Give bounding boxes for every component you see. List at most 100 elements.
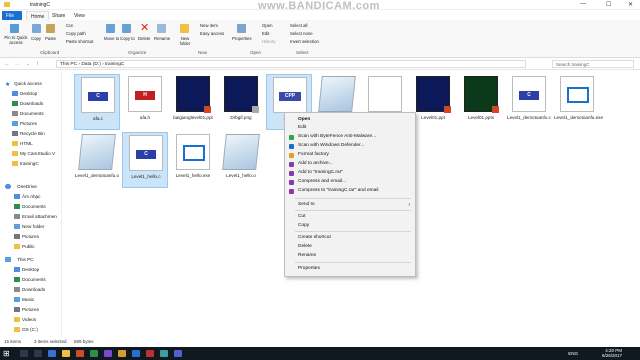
context-menu-item[interactable]: Compress and email... bbox=[298, 179, 346, 184]
app-icon-5[interactable] bbox=[132, 350, 140, 357]
context-menu-item[interactable]: Send to bbox=[298, 202, 315, 207]
properties-button[interactable]: Properties bbox=[232, 36, 252, 41]
nav-item-onedrive_items-5[interactable]: Public bbox=[22, 244, 35, 249]
context-menu-item[interactable]: Cut bbox=[298, 214, 305, 219]
file-item[interactable]: Hafa.h bbox=[122, 74, 168, 130]
file-item[interactable]: Level1_demotoanfu.o bbox=[74, 132, 120, 188]
nav-item-onedrive_items-0[interactable]: Âm nhạc bbox=[22, 194, 41, 199]
cut-button[interactable]: Cut bbox=[66, 23, 73, 28]
breadcrumb-data-drive[interactable]: Data (D:) bbox=[81, 62, 100, 67]
new-item-button[interactable]: New item bbox=[200, 23, 218, 28]
windows-start-icon[interactable]: ⊞ bbox=[3, 349, 10, 358]
file-item[interactable]: Level1_hello.exe bbox=[170, 132, 216, 188]
nav-item-items-7[interactable]: trainingC bbox=[20, 161, 39, 166]
context-menu-item[interactable]: Open bbox=[298, 117, 310, 122]
move-to-button[interactable]: Move to bbox=[104, 36, 119, 41]
file-item[interactable]: baigianglevel01.ppt bbox=[170, 74, 216, 130]
context-menu-item[interactable]: Copy bbox=[298, 223, 309, 228]
paste-button[interactable]: Paste bbox=[45, 36, 56, 41]
file-item[interactable]: Level01.pptx bbox=[458, 74, 504, 130]
app-icon-7[interactable] bbox=[160, 350, 168, 357]
context-menu-item[interactable]: Add to archive... bbox=[298, 161, 333, 166]
nav-item-onedrive_items-4[interactable]: Pictures bbox=[22, 234, 39, 239]
nav-item-items-1[interactable]: Downloads bbox=[20, 101, 43, 106]
app-icon-3[interactable] bbox=[104, 350, 112, 357]
maximize-button[interactable]: ☐ bbox=[606, 1, 611, 8]
nav-item-pc_items-6[interactable]: OS (C:) bbox=[22, 327, 38, 332]
breadcrumb-trainingc[interactable]: trainingC bbox=[105, 62, 124, 67]
pin-quick-access-button[interactable]: Pin to Quick access bbox=[3, 35, 29, 45]
tab-file[interactable]: File bbox=[2, 11, 22, 20]
context-menu-item[interactable]: Delete bbox=[298, 244, 312, 249]
app-icon-6[interactable] bbox=[146, 350, 154, 357]
minimize-button[interactable]: — bbox=[580, 1, 586, 7]
context-menu-item[interactable]: Compress to "trainingC.rar" and email bbox=[298, 188, 378, 193]
breadcrumb[interactable]: This PC › Data (D:) › trainingC bbox=[56, 60, 526, 68]
easy-access-button[interactable]: Easy access bbox=[200, 31, 224, 36]
context-menu-item[interactable]: Properties bbox=[298, 266, 320, 271]
rename-button[interactable]: Rename bbox=[154, 36, 170, 41]
new-folder-button[interactable]: New folder bbox=[176, 36, 194, 46]
search-taskbar-icon[interactable] bbox=[20, 350, 28, 357]
copy-path-button[interactable]: Copy path bbox=[66, 31, 86, 36]
search-input[interactable]: Search trainingC bbox=[552, 60, 634, 68]
nav-item-onedrive_items-1[interactable]: Documents bbox=[22, 204, 46, 209]
forward-arrow-icon[interactable]: → bbox=[14, 61, 20, 67]
app-icon-4[interactable] bbox=[118, 350, 126, 357]
context-menu-item[interactable]: Format factory bbox=[298, 152, 329, 157]
open-button[interactable]: Open bbox=[262, 23, 273, 28]
tab-home[interactable]: Home bbox=[26, 11, 50, 20]
back-arrow-icon[interactable]: ← bbox=[4, 61, 10, 67]
file-item[interactable]: C Level1_hello.c bbox=[122, 132, 168, 188]
copy-button[interactable]: Copy bbox=[31, 36, 41, 41]
nav-item-items-2[interactable]: Documents bbox=[20, 111, 44, 116]
nav-item-items-0[interactable]: Desktop bbox=[20, 91, 37, 96]
close-button[interactable]: ✕ bbox=[628, 1, 633, 8]
nav-item-items-6[interactable]: My CamStudio V bbox=[20, 151, 55, 156]
explorer-icon[interactable] bbox=[62, 350, 70, 357]
nav-item-items-4[interactable]: Recycle Bin bbox=[20, 131, 45, 136]
tab-view[interactable]: View bbox=[70, 11, 89, 20]
nav-item-pc_items-4[interactable]: Pictures bbox=[22, 307, 39, 312]
file-item[interactable]: Cafa.c bbox=[74, 74, 120, 130]
nav-item-pc_items-1[interactable]: Documents bbox=[22, 277, 46, 282]
nav-item-items-3[interactable]: Pictures bbox=[20, 121, 37, 126]
nav-item-pc_items-2[interactable]: Downloads bbox=[22, 287, 45, 292]
context-menu-item[interactable]: Scan with ByteFence Anti-Malware... bbox=[298, 134, 376, 139]
select-all-button[interactable]: Select all bbox=[290, 23, 307, 28]
app-icon-1[interactable] bbox=[76, 350, 84, 357]
nav-quick-access[interactable]: Quick access bbox=[14, 81, 42, 86]
app-icon-2[interactable] bbox=[90, 350, 98, 357]
language-indicator[interactable]: ENG bbox=[568, 351, 578, 356]
nav-item-items-5[interactable]: HTML bbox=[20, 141, 33, 146]
context-menu-item[interactable]: Scan with Windows Defender... bbox=[298, 143, 364, 148]
breadcrumb-this-pc[interactable]: This PC bbox=[60, 62, 77, 67]
recent-chevron-icon[interactable]: ⌄ bbox=[26, 61, 30, 67]
nav-item-pc_items-5[interactable]: Videos bbox=[22, 317, 36, 322]
app-icon-8[interactable] bbox=[174, 350, 182, 357]
context-menu-item[interactable]: Create shortcut bbox=[298, 235, 331, 240]
context-menu-item[interactable]: Rename bbox=[298, 253, 316, 258]
delete-button[interactable]: Delete bbox=[138, 36, 150, 41]
file-item[interactable]: C Level1_demotoanfu.c bbox=[506, 74, 552, 130]
paste-shortcut-button[interactable]: Paste shortcut bbox=[66, 39, 93, 44]
file-item[interactable]: Drbgif.png bbox=[218, 74, 264, 130]
invert-selection-button[interactable]: Invert selection bbox=[290, 39, 319, 44]
nav-item-pc_items-3[interactable]: Music bbox=[22, 297, 34, 302]
clock[interactable]: 4:20 PM 6/26/2017 bbox=[602, 348, 622, 358]
select-none-button[interactable]: Select none bbox=[290, 31, 313, 36]
edit-button[interactable]: Edit bbox=[262, 31, 269, 36]
history-button[interactable]: History bbox=[262, 39, 275, 44]
file-item[interactable]: Level1_demotoanfu.exe bbox=[554, 74, 603, 130]
tab-share[interactable]: Share bbox=[48, 11, 69, 20]
file-item[interactable]: Level1_hello.o bbox=[218, 132, 264, 188]
context-menu-item[interactable]: Edit bbox=[298, 125, 306, 130]
context-menu-item[interactable]: Add to "trainingC.rar" bbox=[298, 170, 343, 175]
nav-item-onedrive_items-3[interactable]: New folder bbox=[22, 224, 44, 229]
file-item[interactable]: Level01.ppt bbox=[410, 74, 456, 130]
up-arrow-icon[interactable]: ↑ bbox=[36, 61, 39, 67]
nav-this-pc[interactable]: This PC bbox=[17, 257, 34, 262]
copy-to-button[interactable]: Copy to bbox=[120, 36, 135, 41]
task-view-icon[interactable] bbox=[34, 350, 42, 357]
nav-item-onedrive_items-2[interactable]: Email attachmen bbox=[22, 214, 57, 219]
